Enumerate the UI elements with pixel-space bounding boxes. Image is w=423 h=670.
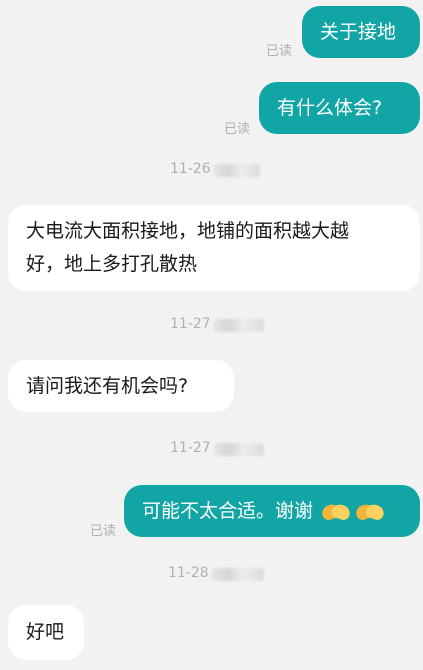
timestamp: 11-27 [170,316,211,332]
emoji-group [321,501,385,523]
message-text: 请问我还有机会吗? [26,375,189,397]
read-receipt: 已读 [266,44,293,59]
timestamp-text: 11-26 [170,161,211,177]
timestamp: 11-28 [168,565,209,581]
handshake-icon [321,501,351,523]
message-bubble-outgoing[interactable]: 关于接地 [302,6,420,58]
redacted-time [214,164,260,177]
message-text: 关于接地 [320,21,397,43]
message-bubble-outgoing[interactable]: 有什么体会? [259,82,420,134]
redacted-time [214,319,264,332]
message-bubble-incoming[interactable]: 大电流大面积接地，地铺的面积越大越 好，地上多打孔散热 [8,205,420,291]
timestamp-text: 11-28 [168,565,209,581]
message-text-line2: 好，地上多打孔散热 [26,253,198,275]
message-text: 好吧 [26,621,65,643]
handshake-icon [355,501,385,523]
timestamp: 11-27 [170,440,211,456]
timestamp-text: 11-27 [170,316,211,332]
timestamp: 11-26 [170,161,211,177]
redacted-time [212,568,264,581]
read-receipt: 已读 [90,524,117,539]
message-text: 可能不太合适。谢谢 [142,500,314,522]
timestamp-text: 11-27 [170,440,211,456]
redacted-time [214,443,264,456]
message-bubble-outgoing[interactable]: 可能不太合适。谢谢 [124,485,420,537]
message-bubble-incoming[interactable]: 请问我还有机会吗? [8,360,234,412]
message-bubble-incoming[interactable]: 好吧 [8,605,84,660]
message-text: 大电流大面积接地，地铺的面积越大越 [26,220,350,242]
read-receipt: 已读 [224,122,251,137]
message-text: 有什么体会? [277,97,383,119]
